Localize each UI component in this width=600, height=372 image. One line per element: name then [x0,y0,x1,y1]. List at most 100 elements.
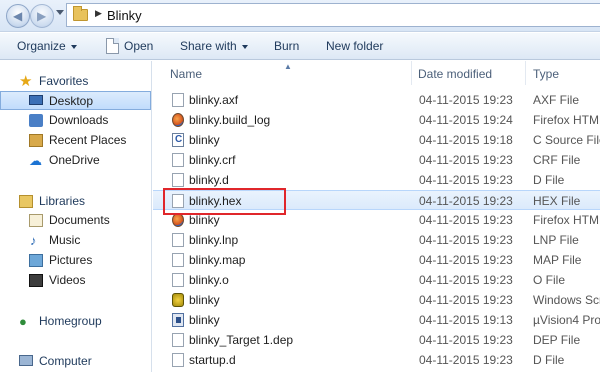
file-type: LNP File [533,233,579,247]
column-header-type[interactable]: Type [533,67,559,81]
forward-button[interactable]: ▶ [30,4,54,28]
file-name: blinky_Target 1.dep [189,333,294,347]
file-row[interactable]: blinky.d 04-11-2015 19:23 D File [153,170,600,190]
file-row[interactable]: blinky 04-11-2015 19:23 Windows Scri [153,290,600,310]
file-row[interactable]: blinky 04-11-2015 19:18 C Source File [153,130,600,150]
file-date-modified: 04-11-2015 19:23 [419,353,513,367]
forward-arrow-icon: ▶ [37,9,47,23]
nav-music-label: Music [49,233,81,247]
file-row[interactable]: blinky 04-11-2015 19:13 µVision4 Proj [153,310,600,330]
file-type: O File [533,273,566,287]
nav-onedrive[interactable]: ☁ OneDrive [0,151,151,170]
burn-button[interactable]: Burn [274,39,299,53]
share-with-label: Share with [180,39,237,53]
nav-favorites[interactable]: ★ Favorites [0,72,151,91]
nav-computer[interactable]: Computer [0,352,151,371]
nav-onedrive-label: OneDrive [49,153,100,167]
nav-libraries[interactable]: Libraries [0,192,151,211]
file-name: startup.d [189,353,236,367]
file-type: C Source File [533,133,600,147]
column-header-name[interactable]: Name [170,67,202,81]
file-icon [172,353,184,367]
file-type: D File [533,173,565,187]
file-row[interactable]: blinky.lnp 04-11-2015 19:23 LNP File [153,230,600,250]
file-name: blinky [189,213,220,227]
chevron-down-icon [241,44,248,49]
libraries-icon [19,195,33,208]
breadcrumb-separator-icon[interactable]: ▶ [95,8,102,19]
homegroup-icon: ● [19,314,27,329]
nav-downloads[interactable]: Downloads [0,111,151,130]
nav-favorites-label: Favorites [39,74,89,88]
file-row[interactable]: blinky.axf 04-11-2015 19:23 AXF File [153,90,600,110]
file-icon [172,153,184,167]
recent-places-icon [29,134,43,147]
file-row[interactable]: blinky.build_log 04-11-2015 19:24 Firefox … [153,110,600,130]
new-folder-button[interactable]: New folder [326,39,383,53]
uvision-project-icon [172,313,184,327]
highlight-box [163,188,286,215]
file-type: Firefox HTML [533,213,600,227]
file-icon [172,333,184,347]
file-name: blinky.build_log [189,113,271,127]
c-source-icon [172,133,184,147]
folder-icon [73,6,88,21]
nav-videos-label: Videos [49,273,86,287]
navigation-pane: ★ Favorites Desktop Downloads Recent Pla… [0,61,152,372]
breadcrumb-blinky[interactable]: Blinky [107,8,142,23]
file-type: MAP File [533,253,582,267]
file-name: blinky [189,133,220,147]
file-row[interactable]: blinky.map 04-11-2015 19:23 MAP File [153,250,600,270]
file-type: DEP File [533,333,581,347]
pictures-icon [29,254,43,267]
organize-label: Organize [17,39,66,53]
batch-script-icon [172,293,184,307]
computer-icon [19,355,33,366]
file-name: blinky.d [189,173,229,187]
file-name: blinky.o [189,273,229,287]
open-document-icon [106,38,119,54]
back-button[interactable]: ◀ [6,4,30,28]
nav-pictures-label: Pictures [49,253,93,267]
file-name: blinky [189,313,220,327]
nav-downloads-label: Downloads [49,113,109,127]
file-name: blinky.axf [189,93,239,107]
file-date-modified: 04-11-2015 19:23 [419,213,513,227]
cloud-icon: ☁ [29,153,42,168]
documents-icon [29,214,43,227]
nav-music[interactable]: ♪ Music [0,231,151,250]
file-row[interactable]: blinky.o 04-11-2015 19:23 O File [153,270,600,290]
file-icon [172,273,184,287]
nav-documents[interactable]: Documents [0,211,151,230]
nav-videos[interactable]: Videos [0,271,151,290]
recent-pages-dropdown-icon[interactable] [56,10,64,15]
nav-desktop[interactable]: Desktop [0,91,151,110]
column-divider[interactable] [525,61,526,85]
file-date-modified: 04-11-2015 19:23 [419,293,513,307]
file-row[interactable]: startup.d 04-11-2015 19:23 D File [153,350,600,370]
address-path-box[interactable]: ▶ Blinky [66,3,600,27]
file-type: µVision4 Proj [533,313,600,327]
file-date-modified: 04-11-2015 19:23 [419,194,513,208]
nav-recent-places[interactable]: Recent Places [0,131,151,150]
file-name: blinky.lnp [189,233,239,247]
firefox-icon [172,213,184,227]
nav-pictures[interactable]: Pictures [0,251,151,270]
column-header-date-modified[interactable]: Date modified [418,67,492,81]
nav-desktop-label: Desktop [49,94,94,108]
nav-homegroup[interactable]: ● Homegroup [0,312,151,331]
file-row[interactable]: blinky.crf 04-11-2015 19:23 CRF File [153,150,600,170]
sort-ascending-icon: ▲ [284,62,292,71]
open-button[interactable]: Open [124,39,153,53]
file-icon [172,233,184,247]
back-arrow-icon: ◀ [13,9,23,23]
nav-homegroup-label: Homegroup [39,314,102,328]
share-with-button[interactable]: Share with [180,39,248,53]
downloads-icon [29,114,43,127]
address-bar: ◀ ▶ ▶ Blinky [0,0,600,32]
column-divider[interactable] [411,61,412,85]
organize-button[interactable]: Organize [17,39,77,53]
file-type: D File [533,353,565,367]
firefox-icon [172,113,184,127]
file-row[interactable]: blinky_Target 1.dep 04-11-2015 19:23 DEP F… [153,330,600,350]
